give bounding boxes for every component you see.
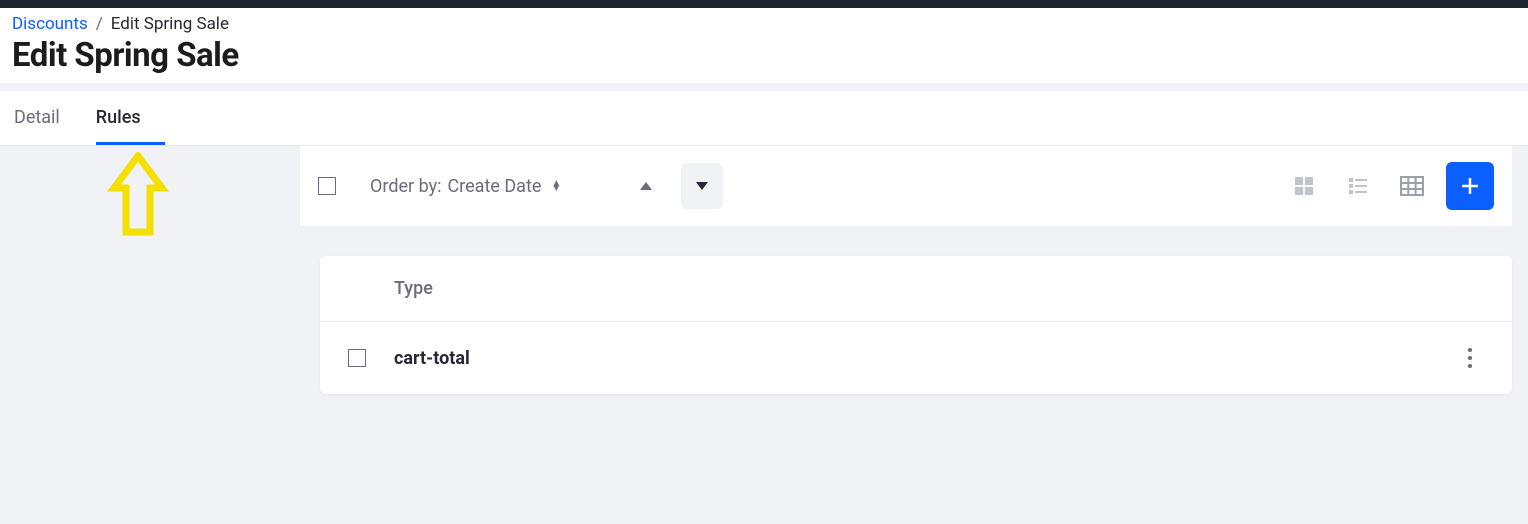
caret-down-icon [694,180,710,192]
view-list-button[interactable] [1338,166,1378,206]
sort-double-caret-icon: ▲▼ [551,181,561,191]
order-by-dropdown[interactable]: Order by: Create Date ▲▼ [370,176,561,197]
row-type-value[interactable]: cart-total [394,348,1456,369]
sort-descending-button[interactable] [681,163,723,209]
table-header-row: Type [320,256,1512,322]
page-header: Discounts / Edit Spring Sale Edit Spring… [0,8,1528,83]
list-icon [1346,174,1370,198]
app-top-bar [0,0,1528,8]
view-table-button[interactable] [1392,166,1432,206]
content-area: Order by: Create Date ▲▼ [0,146,1528,394]
row-actions-button[interactable] [1456,344,1484,372]
sort-ascending-button[interactable] [625,163,667,209]
caret-up-icon [638,180,654,192]
plus-icon [1458,174,1482,198]
view-cards-button[interactable] [1284,166,1324,206]
grid-large-icon [1292,174,1316,198]
table-row: cart-total [320,322,1512,394]
table-icon [1399,174,1425,198]
header-divider [0,83,1528,91]
annotation-arrow-icon [106,152,170,240]
breadcrumb-current: Edit Spring Sale [111,14,229,34]
tabs-nav: Detail Rules [0,91,1528,146]
tab-detail[interactable]: Detail [14,91,84,145]
breadcrumb: Discounts / Edit Spring Sale [12,14,1516,34]
tab-rules[interactable]: Rules [96,91,165,145]
breadcrumb-parent-link[interactable]: Discounts [12,14,88,34]
breadcrumb-separator: / [96,14,103,34]
row-select-checkbox[interactable] [348,349,366,367]
column-header-type[interactable]: Type [394,278,433,299]
rules-table: Type cart-total [320,256,1512,394]
order-by-field: Create Date [447,176,541,197]
select-all-checkbox[interactable] [318,177,336,195]
order-by-prefix: Order by: [370,176,441,197]
add-button[interactable] [1446,162,1494,210]
kebab-icon [1467,347,1473,369]
page-title: Edit Spring Sale [12,36,1516,75]
list-toolbar: Order by: Create Date ▲▼ [300,146,1512,226]
